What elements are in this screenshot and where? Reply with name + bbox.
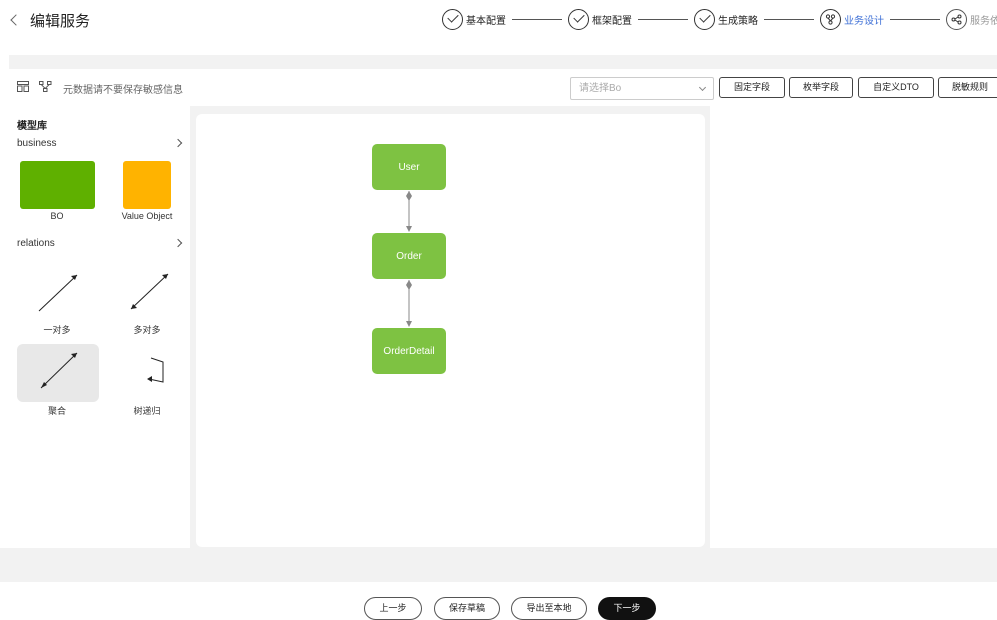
metadata-hint: 元数据请不要保存敏感信息 [63,85,183,96]
grid-icon[interactable] [17,81,29,95]
page-title: 编辑服务 [30,13,91,30]
back-button[interactable]: 编辑服务 [10,10,91,31]
many-to-many-label: 多对多 [133,325,161,335]
step-label: 框架配置 [592,15,632,27]
enum-fields-button[interactable]: 枚举字段 [789,77,853,98]
aggregation-item[interactable] [17,344,99,402]
section-relations[interactable]: relations [17,238,183,249]
node-order-detail[interactable]: OrderDetail [372,328,446,374]
many-to-many-arrow-icon [130,273,169,310]
share-icon [946,8,967,30]
hierarchy-icon[interactable] [39,81,52,95]
custom-dto-button[interactable]: 自定义DTO [858,77,934,98]
one-to-many-arrow-icon [38,274,78,312]
check-icon [694,8,715,30]
library-title: 模型库 [17,121,47,132]
step-label: 生成策略 [718,15,758,27]
chevron-left-icon [10,14,22,26]
tree-recursion-label: 树递归 [133,406,161,416]
check-icon [568,8,589,30]
step-connector [890,18,940,20]
step-business-design[interactable]: 业务设计 [820,8,884,30]
aggregation-label: 聚合 [47,406,66,416]
value-object-tile[interactable] [123,161,171,209]
step-connector [764,18,814,20]
section-business[interactable]: business [17,138,183,149]
bo-tile[interactable] [20,161,95,209]
relation-edges [406,191,412,327]
model-library: 模型库 business BO Value Object relations 一… [9,106,190,548]
stepper: 基本配置 框架配置 生成策略 业务设计 服务依赖 [442,8,997,30]
step-connector [512,18,562,20]
section-label: business [17,138,57,149]
branch-icon [820,8,841,30]
step-connector [638,18,688,20]
step-basic-config[interactable]: 基本配置 [442,8,506,30]
step-label: 业务设计 [844,15,884,27]
page-header: 编辑服务 基本配置 框架配置 生成策略 业务设计 服务依赖 [0,0,997,42]
section-label: relations [17,238,55,249]
check-icon [442,8,463,30]
bo-label: BO [50,211,64,221]
next-step-button[interactable]: 下一步 [598,597,656,620]
divider-band [9,55,997,69]
properties-panel [710,106,997,548]
export-local-button[interactable]: 导出至本地 [511,597,587,620]
save-draft-button[interactable]: 保存草稿 [434,597,500,620]
one-to-many-label: 一对多 [43,325,71,335]
step-service-dependency[interactable]: 服务依赖 [946,8,997,30]
one-to-many-item[interactable] [17,263,99,321]
aggregation-arrow-icon [40,352,78,389]
design-canvas[interactable]: User Order OrderDetail [196,114,705,547]
chevron-right-icon [173,238,183,248]
bo-select[interactable]: 请选择Bo [570,77,714,100]
footer-actions: 上一步 保存草稿 导出至本地 下一步 [0,582,997,620]
value-object-label: Value Object [121,211,173,221]
bottom-band [0,548,997,582]
node-order[interactable]: Order [372,233,446,279]
many-to-many-item[interactable] [107,263,189,321]
chevron-down-icon [698,83,707,92]
fixed-fields-button[interactable]: 固定字段 [719,77,785,98]
masking-rules-button[interactable]: 脱敏规则 [938,77,997,98]
chevron-right-icon [173,138,183,148]
step-label: 服务依赖 [970,15,997,27]
step-framework-config[interactable]: 框架配置 [568,8,632,30]
tree-recursion-icon [147,357,164,383]
bo-select-placeholder: 请选择Bo [579,83,622,94]
node-user[interactable]: User [372,144,446,190]
toolbar: 元数据请不要保存敏感信息 请选择Bo 固定字段 枚举字段 自定义DTO 脱敏规则 [9,69,997,106]
tree-recursion-item[interactable] [107,344,189,402]
step-generation-strategy[interactable]: 生成策略 [694,8,758,30]
step-label: 基本配置 [466,15,506,27]
prev-step-button[interactable]: 上一步 [364,597,422,620]
